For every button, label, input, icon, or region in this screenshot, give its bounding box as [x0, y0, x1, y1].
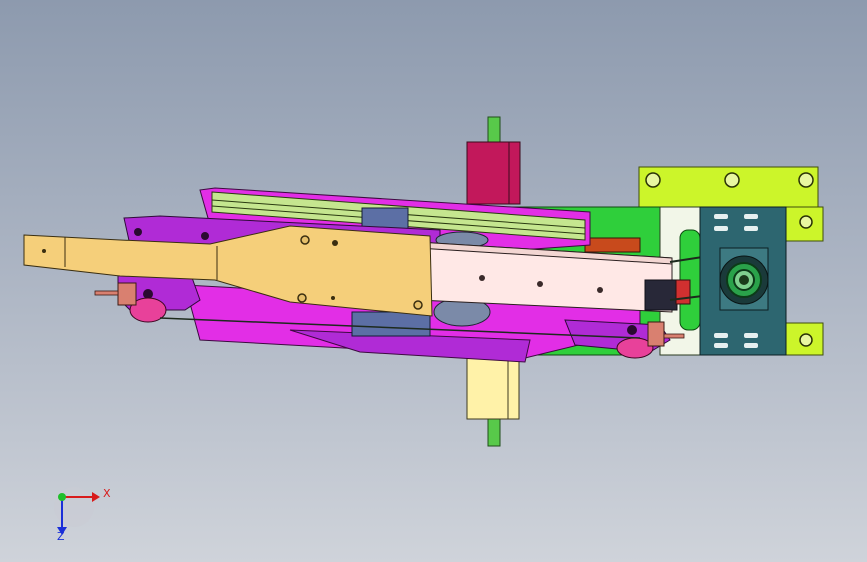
y-axis-dot: [58, 493, 66, 501]
x-axis-label: X: [103, 487, 111, 500]
clamp-block-top[interactable]: [466, 141, 521, 205]
coordinate-triad: [54, 487, 100, 535]
z-axis-label: Z: [57, 530, 65, 543]
bracket-bottom[interactable]: [466, 356, 520, 420]
end-stop-block[interactable]: [644, 279, 678, 311]
connector-left[interactable]: [94, 282, 137, 306]
slider-block-bottom[interactable]: [351, 311, 431, 337]
sensor-block[interactable]: [584, 237, 641, 253]
triad-shade: [54, 487, 94, 527]
end-stop-tab[interactable]: [675, 279, 691, 305]
assembly-drawing[interactable]: [0, 0, 867, 562]
motor-pulley[interactable]: [719, 255, 769, 305]
cad-viewport[interactable]: X Z: [0, 0, 867, 562]
x-axis-arrowhead: [92, 492, 100, 502]
